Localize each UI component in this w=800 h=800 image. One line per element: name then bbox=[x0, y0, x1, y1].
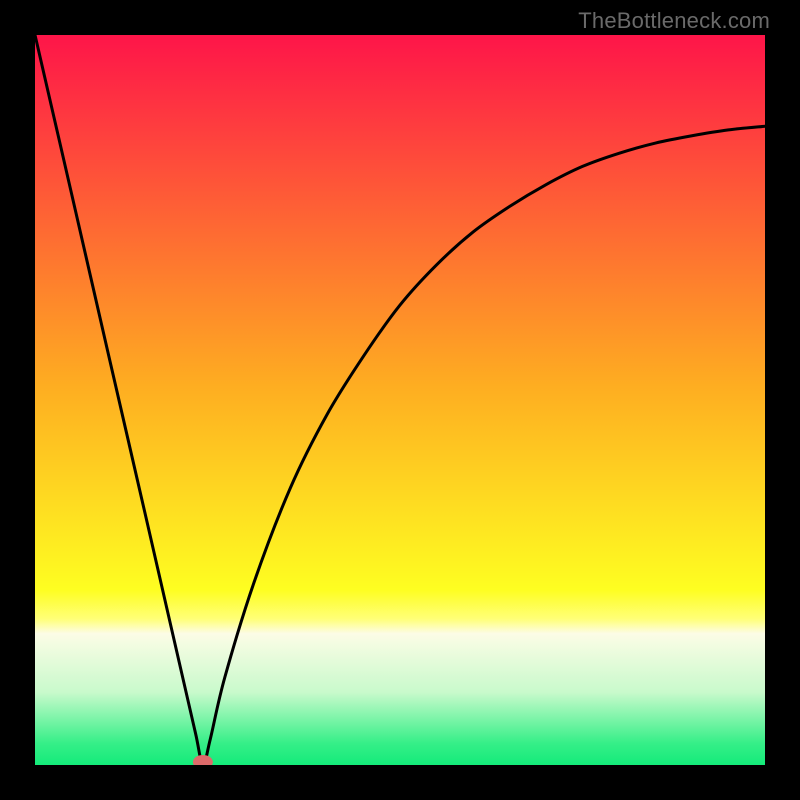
chart-svg bbox=[35, 35, 765, 765]
chart-frame: TheBottleneck.com bbox=[0, 0, 800, 800]
watermark-text: TheBottleneck.com bbox=[578, 8, 770, 34]
plot-area bbox=[35, 35, 765, 765]
